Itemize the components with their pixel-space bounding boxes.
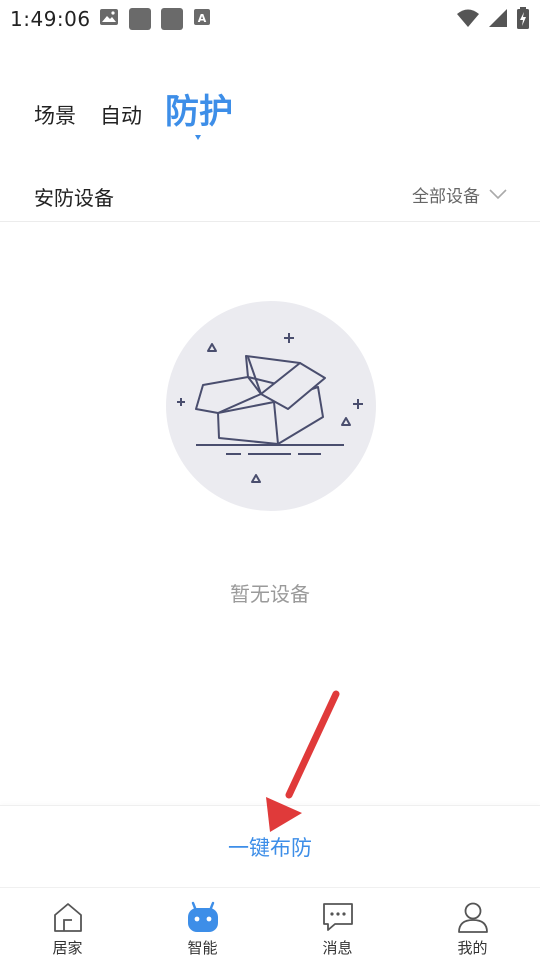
nav-profile[interactable]: 我的 bbox=[405, 888, 540, 960]
status-time: 1:49:06 bbox=[10, 7, 91, 31]
bottom-navigation: 居家 智能 消息 我的 bbox=[0, 887, 540, 960]
signal-icon bbox=[488, 8, 508, 32]
one-click-arm-button[interactable]: 一键布防 bbox=[0, 832, 540, 862]
device-filter-dropdown[interactable]: 全部设备 bbox=[412, 182, 508, 207]
chevron-down-icon bbox=[488, 185, 508, 204]
robot-icon bbox=[186, 900, 220, 934]
status-notification-icons: A bbox=[99, 8, 211, 30]
tab-scene[interactable]: 场景 bbox=[34, 100, 76, 130]
battery-charging-icon bbox=[516, 7, 530, 33]
profile-icon bbox=[456, 900, 490, 934]
home-icon bbox=[51, 900, 85, 934]
wifi-icon bbox=[456, 8, 480, 32]
status-system-icons bbox=[456, 7, 530, 33]
svg-text:A: A bbox=[198, 12, 207, 25]
section-title: 安防设备 bbox=[34, 186, 114, 210]
tab-automation[interactable]: 自动 bbox=[100, 100, 142, 130]
security-devices-header: 安防设备 全部设备 bbox=[0, 170, 540, 222]
nav-home-label: 居家 bbox=[52, 939, 83, 957]
filter-label: 全部设备 bbox=[412, 187, 480, 207]
nav-messages[interactable]: 消息 bbox=[270, 888, 405, 960]
nav-profile-label: 我的 bbox=[457, 939, 488, 957]
nav-messages-label: 消息 bbox=[322, 939, 353, 957]
nav-smart[interactable]: 智能 bbox=[135, 888, 270, 960]
arm-bar: 一键布防 bbox=[0, 805, 540, 887]
status-bar: 1:49:06 A bbox=[0, 0, 540, 38]
message-icon bbox=[321, 900, 355, 934]
app-icon bbox=[129, 8, 151, 30]
tab-bar: 场景 自动 防护 bbox=[0, 80, 540, 150]
app-icon bbox=[161, 8, 183, 30]
nav-home[interactable]: 居家 bbox=[0, 888, 135, 960]
image-icon bbox=[99, 8, 119, 30]
font-icon: A bbox=[193, 8, 211, 30]
active-tab-indicator bbox=[195, 135, 201, 140]
nav-smart-label: 智能 bbox=[187, 939, 218, 957]
tab-protection[interactable]: 防护 bbox=[165, 84, 233, 133]
empty-box-icon bbox=[166, 301, 376, 511]
empty-state-text: 暂无设备 bbox=[230, 582, 310, 606]
